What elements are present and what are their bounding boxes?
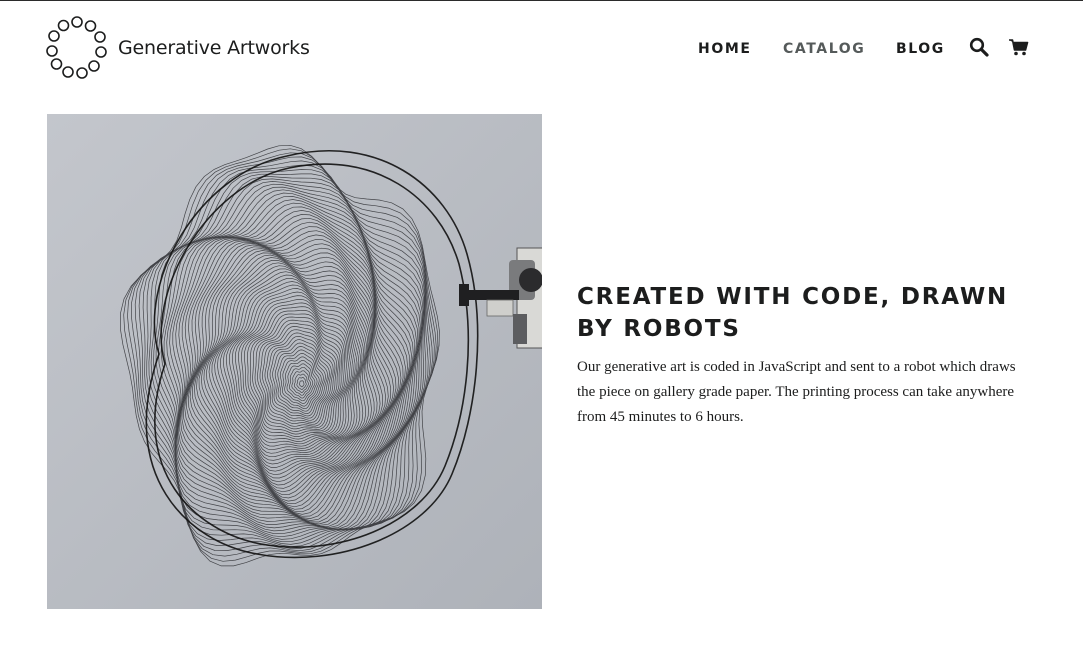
plotter-drawing-image [47,114,542,609]
feature-description: Our generative art is coded in JavaScrip… [577,359,1016,425]
search-icon [969,37,989,57]
cart-button[interactable] [1008,36,1030,58]
site-name: Generative Artworks [118,36,310,59]
site-logo[interactable]: Generative Artworks [46,16,310,79]
cart-icon [1009,39,1029,56]
top-border [0,0,1083,1]
search-button[interactable] [968,36,990,58]
ring-of-circles-logo-icon [46,16,107,79]
feature-heading: CREATED WITH CODE, DRAWN BY ROBOTS [577,284,1009,342]
nav-catalog[interactable]: CATALOG [783,41,865,57]
plotter-drawing-illustration [47,114,542,609]
nav-home[interactable]: HOME [698,41,752,57]
nav-blog[interactable]: BLOG [896,41,945,57]
